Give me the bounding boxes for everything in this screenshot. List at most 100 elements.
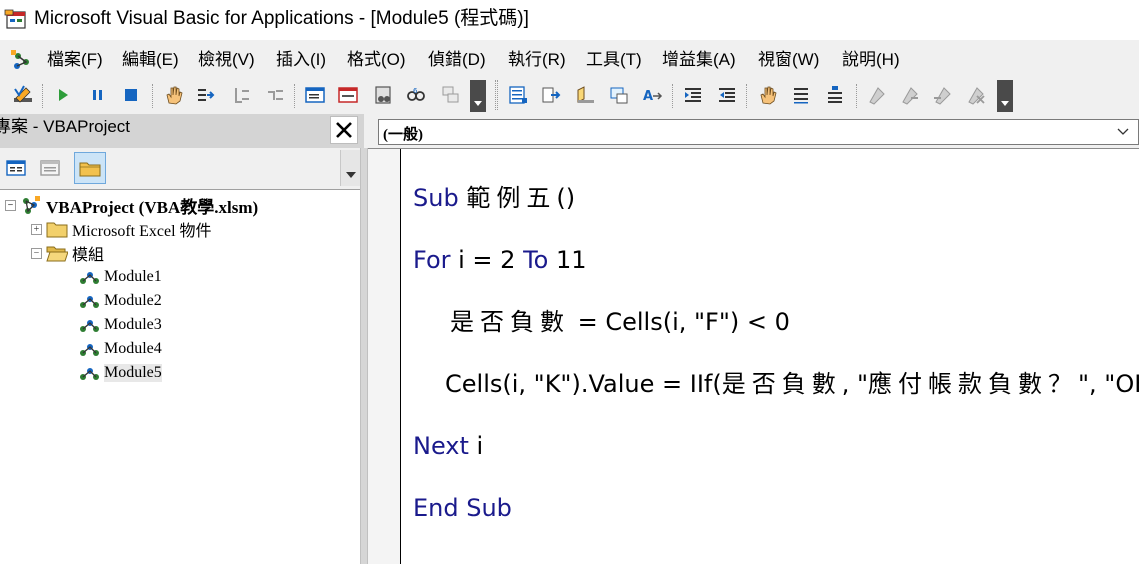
step-out-icon[interactable] <box>262 82 288 108</box>
menu-run[interactable]: 執行(R) <box>508 50 566 70</box>
menu-help[interactable]: 說明(H) <box>842 50 900 70</box>
project-explorer-toolbar <box>0 148 360 188</box>
module-icon <box>78 315 100 335</box>
toggle-bookmark-icon[interactable] <box>864 82 890 108</box>
tree-node-label: VBAProject (VBA教學.xlsm) <box>46 197 259 217</box>
project-tree: − VBAProject (VBA教學.xlsm) + Microsoft Ex… <box>0 189 360 564</box>
tree-node-module-selected[interactable]: Module5 <box>78 361 162 385</box>
design-mode-icon[interactable] <box>10 82 36 108</box>
code-editor[interactable]: Sub 範例五() For i = 2 To 11 是否負數 = Cells(i… <box>368 148 1139 564</box>
vba-project-icon <box>20 195 42 215</box>
menu-format[interactable]: 格式(O) <box>347 50 406 70</box>
project-explorer-close-button[interactable] <box>330 116 358 144</box>
complete-word-icon[interactable]: A <box>640 82 666 108</box>
toolbar-overflow-button[interactable] <box>997 80 1013 112</box>
locals-window-icon[interactable] <box>302 82 328 108</box>
menu-addins[interactable]: 增益集(A) <box>662 50 736 70</box>
reset-icon[interactable] <box>118 82 144 108</box>
menu-debug[interactable]: 偵錯(D) <box>428 50 486 70</box>
tree-node-modules-folder[interactable]: − 模組 <box>31 241 104 265</box>
module-icon <box>78 339 100 359</box>
toolbar-separator <box>152 84 153 108</box>
vba-app-icon <box>4 8 28 30</box>
code-line: Sub 範例五() <box>413 183 575 213</box>
immediate-window-icon[interactable] <box>335 82 361 108</box>
run-icon[interactable] <box>50 82 76 108</box>
toolbar-separator <box>294 84 295 108</box>
menu-edit[interactable]: 編輯(E) <box>122 50 179 70</box>
code-line: Cells(i, "K").Value = IIf(是否負數, "應付帳款負數？… <box>445 369 1139 399</box>
view-object-button[interactable] <box>34 152 66 184</box>
tree-node-module[interactable]: Module2 <box>78 289 162 313</box>
excel-view-icon[interactable] <box>9 48 35 72</box>
clear-bookmarks-icon[interactable] <box>963 82 989 108</box>
tree-node-label: Module4 <box>104 340 162 357</box>
module-icon <box>78 291 100 311</box>
code-text: 11 <box>548 246 587 274</box>
call-stack-icon[interactable] <box>438 82 464 108</box>
list-properties-icon[interactable] <box>505 82 531 108</box>
expand-toggle[interactable]: + <box>31 223 42 235</box>
toolbar-overflow-button[interactable] <box>470 80 486 112</box>
code-line: Next i <box>413 431 483 461</box>
next-bookmark-icon[interactable] <box>897 82 923 108</box>
toolbar-separator <box>672 84 673 108</box>
menu-tools[interactable]: 工具(T) <box>586 50 642 70</box>
tree-node-excel-objects[interactable]: + Microsoft Excel 物件 <box>31 217 212 241</box>
menu-view[interactable]: 檢視(V) <box>198 50 255 70</box>
folder-icon <box>46 219 68 239</box>
project-toolbar-overflow[interactable] <box>340 150 360 186</box>
code-text: , " <box>841 370 868 398</box>
code-line: End Sub <box>413 493 512 523</box>
parameter-info-icon[interactable] <box>606 82 632 108</box>
tree-node-module[interactable]: Module1 <box>78 265 162 289</box>
tree-node-label: Module5 <box>104 364 162 382</box>
toolbar-grip[interactable] <box>495 80 498 110</box>
code-margin-indicator-bar[interactable] <box>368 149 401 564</box>
view-code-button[interactable] <box>0 152 32 184</box>
step-over-icon[interactable] <box>228 82 254 108</box>
tree-node-label: Microsoft Excel 物件 <box>72 223 212 240</box>
window-title: Microsoft Visual Basic for Applications … <box>34 8 529 29</box>
toolbar-separator <box>42 84 43 108</box>
svg-text:6: 6 <box>413 87 418 95</box>
tree-node-label: Module2 <box>104 292 162 309</box>
code-identifier: 是否負數 <box>450 308 570 336</box>
break-icon[interactable] <box>85 82 111 108</box>
collapse-toggle[interactable]: − <box>5 199 16 211</box>
toggle-breakpoint-hand-icon[interactable] <box>160 82 186 108</box>
tree-node-vbaproject[interactable]: − VBAProject (VBA教學.xlsm) <box>5 193 258 217</box>
indent-icon[interactable] <box>680 82 706 108</box>
menu-file[interactable]: 檔案(F) <box>47 50 103 70</box>
collapse-toggle[interactable]: − <box>31 247 42 259</box>
code-text: i = 2 <box>450 246 524 274</box>
menu-insert[interactable]: 插入(I) <box>276 50 326 70</box>
code-text: ", "OK") <box>1078 370 1139 398</box>
step-into-icon[interactable] <box>193 82 219 108</box>
tree-node-module[interactable]: Module4 <box>78 337 162 361</box>
quick-watch-icon[interactable]: 6 <box>403 82 429 108</box>
code-window-header: (一般) <box>370 114 1139 148</box>
code-keyword: For <box>413 246 451 274</box>
code-keyword: Next <box>413 432 469 460</box>
watch-window-icon[interactable] <box>370 82 396 108</box>
uncomment-block-icon[interactable] <box>822 82 848 108</box>
quick-info-icon[interactable] <box>572 82 598 108</box>
previous-bookmark-icon[interactable] <box>930 82 956 108</box>
tree-node-module[interactable]: Module3 <box>78 313 162 337</box>
module-icon <box>78 267 100 287</box>
toggle-folders-button[interactable] <box>74 152 106 184</box>
object-dropdown-value: (一般) <box>383 127 423 143</box>
list-constants-icon[interactable] <box>538 82 564 108</box>
code-string: 應付帳款負數？ <box>868 370 1078 398</box>
menu-bar: 檔案(F) 編輯(E) 檢視(V) 插入(I) 格式(O) 偵錯(D) 執行(R… <box>0 44 1139 76</box>
toolbar-separator <box>746 84 747 108</box>
object-dropdown[interactable]: (一般) <box>378 119 1139 145</box>
outdent-icon[interactable] <box>714 82 740 108</box>
pane-splitter[interactable] <box>360 148 368 564</box>
menu-window[interactable]: 視窗(W) <box>758 50 819 70</box>
comment-block-icon[interactable] <box>788 82 814 108</box>
breakpoint-hand-icon[interactable] <box>754 82 780 108</box>
code-text: i <box>468 432 484 460</box>
code-keyword: To <box>523 246 549 274</box>
